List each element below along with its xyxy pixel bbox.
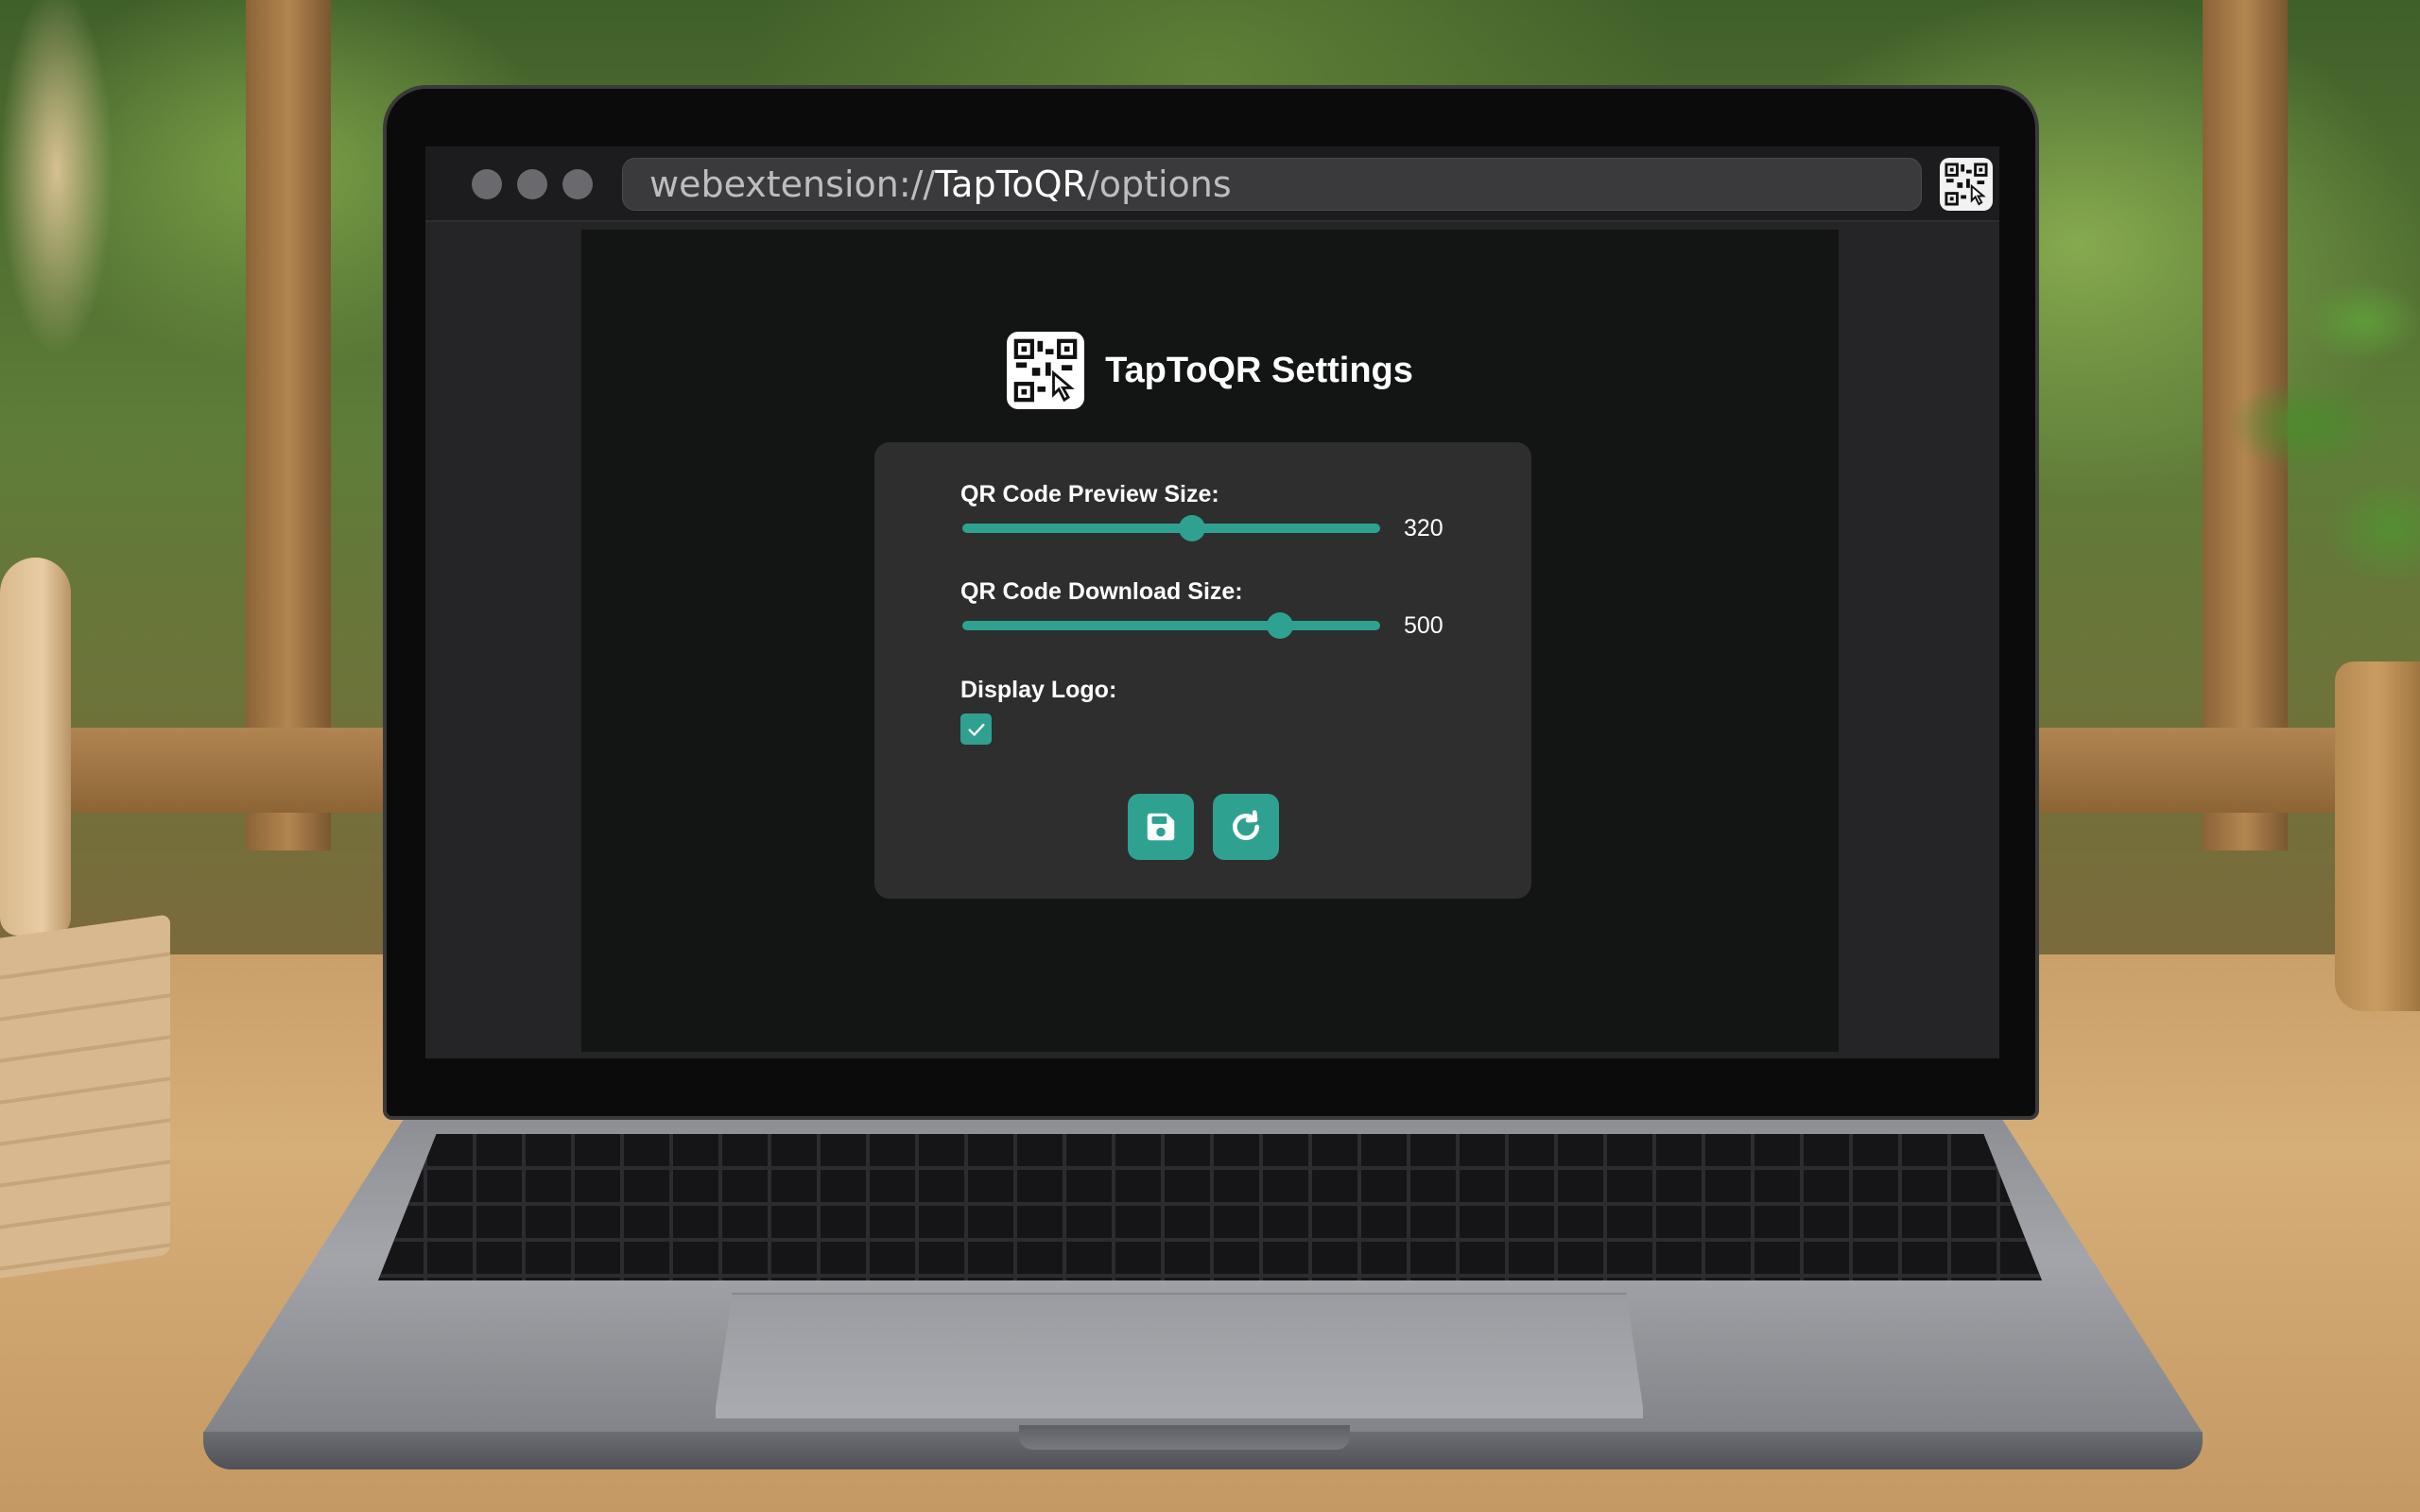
reset-button[interactable]: [1213, 794, 1279, 860]
url-path: /options: [1086, 163, 1232, 205]
preview-size-slider-thumb[interactable]: [1179, 515, 1206, 541]
download-size-slider-thumb[interactable]: [1266, 612, 1293, 639]
plant-pot: [2335, 662, 2420, 1011]
page-title: TapToQR Settings: [1105, 350, 1413, 390]
settings-card: QR Code Preview Size: 320 QR Code Downlo…: [874, 442, 1531, 899]
save-button[interactable]: [1128, 794, 1194, 860]
page-header: TapToQR Settings: [581, 332, 1839, 409]
download-size-slider[interactable]: [962, 612, 1380, 639]
url-scheme: webextension://: [649, 163, 936, 205]
window-zoom-button[interactable]: [562, 169, 593, 199]
browser-toolbar: webextension://TapToQR/options: [425, 146, 1999, 222]
window-close-button[interactable]: [472, 169, 502, 199]
preview-size-slider[interactable]: [962, 515, 1380, 541]
preview-size-label: QR Code Preview Size:: [960, 481, 1219, 507]
vase: [0, 558, 71, 936]
extension-button[interactable]: [1940, 158, 1993, 211]
pampas-grass: [0, 0, 151, 397]
url-host: TapToQR: [935, 163, 1087, 205]
window-minimize-button[interactable]: [517, 169, 547, 199]
book-stack: [0, 914, 170, 1279]
address-bar[interactable]: webextension://TapToQR/options: [622, 158, 1922, 211]
options-page: TapToQR Settings QR Code Preview Size: 3…: [581, 230, 1839, 1052]
save-icon: [1147, 813, 1175, 841]
qr-tap-icon: [1013, 338, 1078, 403]
plant-leaves: [2203, 265, 2420, 680]
display-logo-label: Display Logo:: [960, 677, 1117, 703]
preview-size-value: 320: [1404, 515, 1443, 541]
qr-tap-icon: [1945, 163, 1988, 206]
browser-window: webextension://TapToQR/options TapToQR S…: [425, 146, 1999, 1058]
app-logo: [1007, 332, 1085, 409]
checkmark-icon: [967, 723, 985, 736]
keyboard: [378, 1134, 2042, 1280]
download-size-label: QR Code Download Size:: [960, 578, 1243, 605]
display-logo-checkbox[interactable]: [960, 713, 992, 745]
download-size-value: 500: [1404, 612, 1443, 639]
trackpad: [714, 1293, 1645, 1420]
window-frame-left: [246, 0, 331, 850]
laptop-notch: [1019, 1425, 1350, 1450]
reset-icon: [1233, 810, 1259, 840]
